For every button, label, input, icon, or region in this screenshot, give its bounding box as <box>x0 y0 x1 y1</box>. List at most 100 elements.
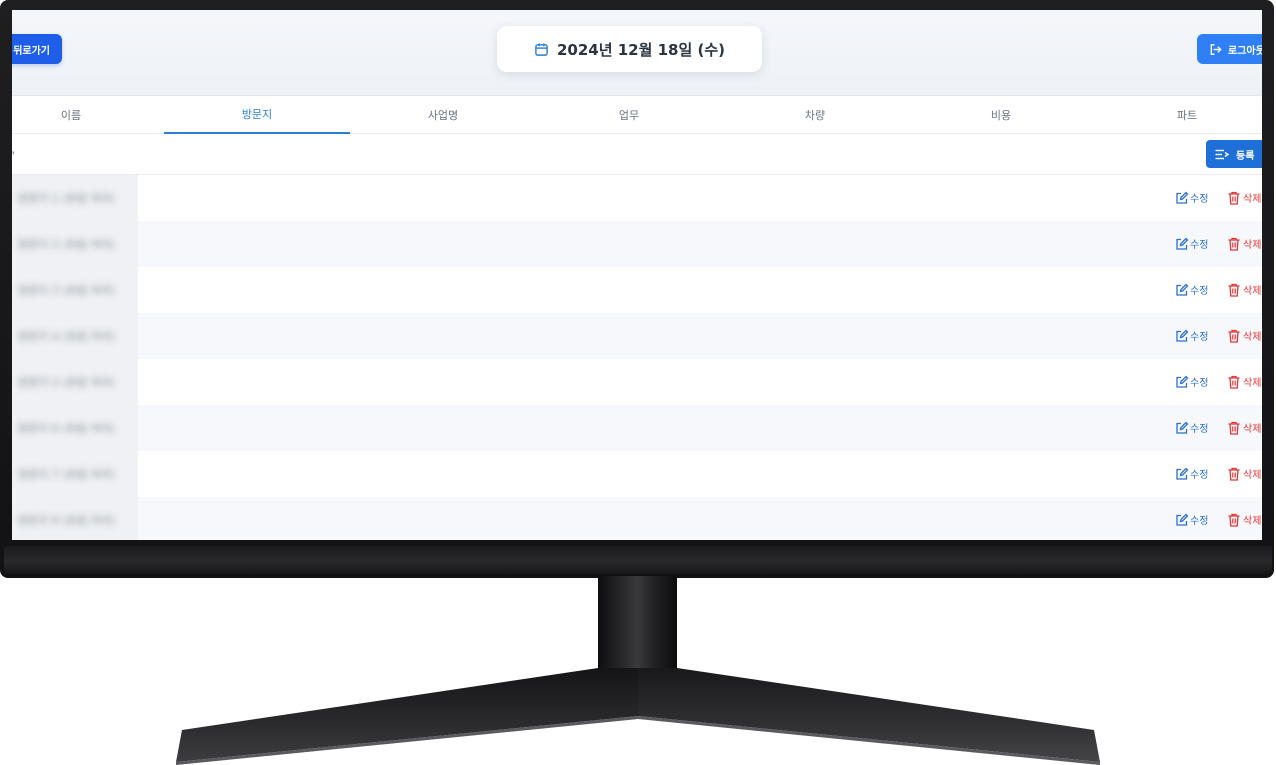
delete-button[interactable]: 삭제 <box>1227 420 1261 435</box>
edit-icon <box>1175 237 1189 251</box>
tab-destination[interactable]: 방문지 <box>164 96 350 134</box>
edit-button[interactable]: 수정 <box>1175 466 1208 481</box>
logout-icon <box>1209 43 1222 56</box>
list-item: 방문지 4 (흐림 처리) 수정 삭제 <box>12 313 1262 359</box>
list-item: 방문지 8 (흐림 처리) 수정 삭제 <box>12 497 1262 540</box>
list-item: 방문지 6 (흐림 처리) 수정 삭제 <box>12 405 1262 451</box>
delete-button[interactable]: 삭제 <box>1227 190 1261 205</box>
edit-icon <box>1175 375 1189 389</box>
delete-label: 삭제 <box>1243 470 1262 481</box>
register-button-label: 등록 <box>1236 150 1255 162</box>
tab-cost[interactable]: 비용 <box>908 96 1094 134</box>
delete-button[interactable]: 삭제 <box>1227 374 1261 389</box>
tab-bar: 이름 방문지 사업명 업무 차량 비용 파트 <box>12 96 1262 134</box>
delete-label: 삭제 <box>1243 240 1262 251</box>
trash-icon <box>1227 329 1241 343</box>
tab-label: 방문지 <box>241 108 273 121</box>
edit-label: 수정 <box>1190 332 1209 343</box>
edit-button[interactable]: 수정 <box>1175 190 1208 205</box>
delete-button[interactable]: 삭제 <box>1227 466 1261 481</box>
row-name-cell: 방문지 1 (흐림 처리) <box>12 175 138 221</box>
tab-label: 차량 <box>804 109 826 122</box>
date-text: 2024년 12월 18일 (수) <box>556 40 726 59</box>
list-item: 방문지 2 (흐림 처리) 수정 삭제 <box>12 221 1262 267</box>
trash-icon <box>1227 283 1241 297</box>
tab-task[interactable]: 업무 <box>536 96 722 134</box>
row-name-blurred: 방문지 7 (흐림 처리) <box>18 468 115 481</box>
edit-icon <box>1175 467 1189 481</box>
edit-label: 수정 <box>1190 516 1209 527</box>
edit-icon <box>1175 513 1189 527</box>
delete-label: 삭제 <box>1243 516 1262 527</box>
list-item: 방문지 5 (흐림 처리) 수정 삭제 <box>12 359 1262 405</box>
monitor-neck <box>598 576 677 674</box>
edit-button[interactable]: 수정 <box>1175 236 1208 251</box>
tab-label: 사업명 <box>427 109 459 122</box>
logout-button[interactable]: 로그아웃 <box>1197 34 1262 64</box>
app-header: 뒤로가기 2024년 12월 18일 (수) 로그아웃 <box>12 10 1262 96</box>
delete-button[interactable]: 삭제 <box>1227 236 1261 251</box>
back-button-label: 뒤로가기 <box>13 45 50 57</box>
edit-icon <box>1175 329 1189 343</box>
date-display[interactable]: 2024년 12월 18일 (수) <box>497 26 762 72</box>
tab-label: 비용 <box>990 109 1012 122</box>
list-item: 방문지 1 (흐림 처리) 수정 삭제 <box>12 175 1262 221</box>
row-name-cell: 방문지 4 (흐림 처리) <box>12 313 138 359</box>
logout-button-label: 로그아웃 <box>1228 45 1262 57</box>
row-name-cell: 방문지 2 (흐림 처리) <box>12 221 138 267</box>
tab-label: 이름 <box>60 109 82 122</box>
register-button[interactable]: 등록 <box>1206 140 1262 168</box>
destination-list: 방문지 1 (흐림 처리) 수정 삭제 방문지 2 (흐림 처리) 수정 삭제 … <box>12 175 1262 540</box>
edit-label: 수정 <box>1190 240 1209 251</box>
edit-icon <box>1175 421 1189 435</box>
edit-button[interactable]: 수정 <box>1175 512 1208 527</box>
tab-vehicle[interactable]: 차량 <box>722 96 908 134</box>
trash-icon <box>1227 191 1241 205</box>
list-item: 방문지 7 (흐림 처리) 수정 삭제 <box>12 451 1262 497</box>
tab-name[interactable]: 이름 <box>12 96 164 134</box>
edit-icon <box>1175 191 1189 205</box>
edit-button[interactable]: 수정 <box>1175 374 1208 389</box>
edit-icon <box>1175 283 1189 297</box>
row-name-blurred: 방문지 3 (흐림 처리) <box>18 284 115 297</box>
delete-label: 삭제 <box>1243 194 1262 205</box>
tab-label: 업무 <box>618 109 640 122</box>
edit-label: 수정 <box>1190 470 1209 481</box>
row-name-cell: 방문지 8 (흐림 처리) <box>12 497 138 540</box>
trash-icon <box>1227 513 1241 527</box>
row-name-blurred: 방문지 5 (흐림 처리) <box>18 376 115 389</box>
monitor-bezel <box>4 546 1272 574</box>
tab-label: 파트 <box>1176 109 1198 122</box>
back-button[interactable]: 뒤로가기 <box>12 34 62 64</box>
register-icon <box>1215 149 1230 160</box>
delete-button[interactable]: 삭제 <box>1227 328 1261 343</box>
delete-label: 삭제 <box>1243 424 1262 435</box>
row-name-blurred: 방문지 2 (흐림 처리) <box>18 238 115 251</box>
delete-button[interactable]: 삭제 <box>1227 282 1261 297</box>
edit-button[interactable]: 수정 <box>1175 328 1208 343</box>
toolbar-stub-text: ¬ <box>12 146 15 159</box>
app-screen: 뒤로가기 2024년 12월 18일 (수) 로그아웃 이름 방문지 사업명 업… <box>12 10 1262 540</box>
trash-icon <box>1227 237 1241 251</box>
row-name-cell: 방문지 7 (흐림 처리) <box>12 451 138 497</box>
row-name-cell: 방문지 3 (흐림 처리) <box>12 267 138 313</box>
edit-button[interactable]: 수정 <box>1175 282 1208 297</box>
tab-project[interactable]: 사업명 <box>350 96 536 134</box>
edit-button[interactable]: 수정 <box>1175 420 1208 435</box>
list-item: 방문지 3 (흐림 처리) 수정 삭제 <box>12 267 1262 313</box>
delete-label: 삭제 <box>1243 332 1262 343</box>
calendar-icon <box>534 42 549 57</box>
row-name-blurred: 방문지 8 (흐림 처리) <box>18 514 115 527</box>
tab-part[interactable]: 파트 <box>1094 96 1262 134</box>
trash-icon <box>1227 421 1241 435</box>
row-name-blurred: 방문지 4 (흐림 처리) <box>18 330 115 343</box>
delete-label: 삭제 <box>1243 286 1262 297</box>
row-name-cell: 방문지 5 (흐림 처리) <box>12 359 138 405</box>
row-name-blurred: 방문지 1 (흐림 처리) <box>18 192 115 205</box>
delete-button[interactable]: 삭제 <box>1227 512 1261 527</box>
trash-icon <box>1227 467 1241 481</box>
edit-label: 수정 <box>1190 424 1209 435</box>
row-name-cell: 방문지 6 (흐림 처리) <box>12 405 138 451</box>
edit-label: 수정 <box>1190 286 1209 297</box>
edit-label: 수정 <box>1190 194 1209 205</box>
